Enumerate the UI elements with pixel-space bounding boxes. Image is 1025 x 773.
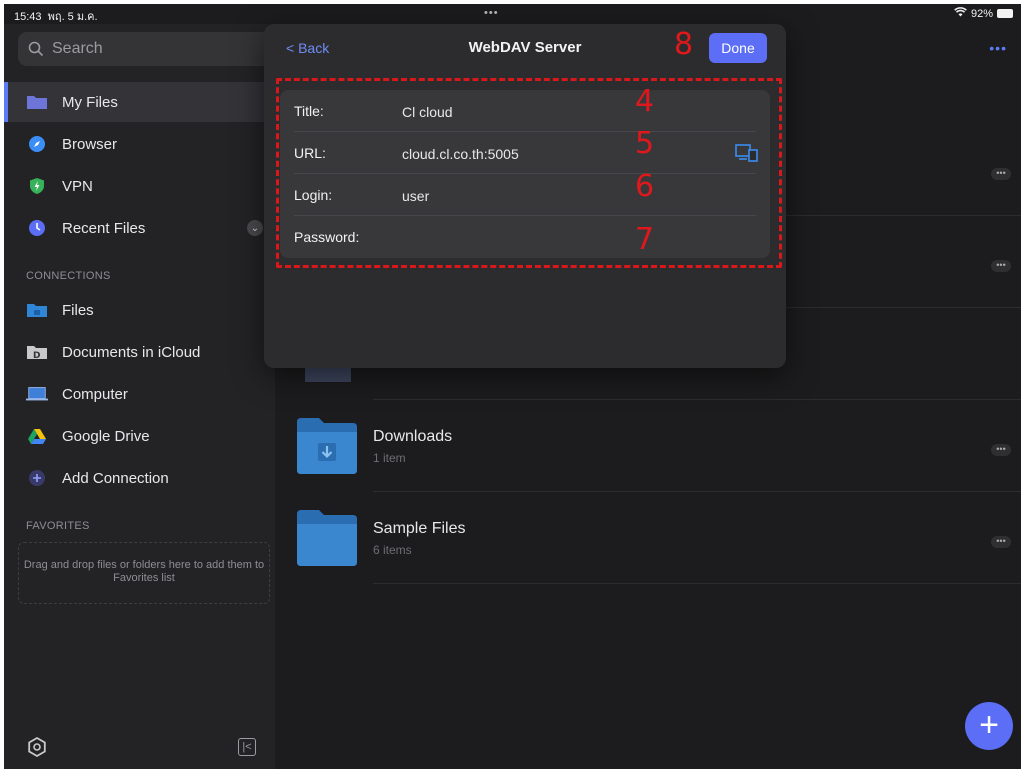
time-text: 15:43 — [14, 11, 42, 23]
annotation-8: 8 — [674, 27, 694, 62]
chevron-down-icon[interactable]: ⌄ — [247, 220, 263, 236]
sidebar-item-label: My Files — [62, 93, 118, 111]
search-bar[interactable] — [18, 32, 270, 66]
svg-text:D: D — [33, 351, 40, 360]
favorites-drop-zone[interactable]: Drag and drop files or folders here to a… — [18, 542, 270, 604]
sidebar-item-files[interactable]: Files — [4, 290, 275, 330]
sidebar-item-label: Documents in iCloud — [62, 343, 201, 361]
downloads-folder-icon — [297, 418, 357, 474]
sidebar-item-recent-files[interactable]: Recent Files ⌄ — [4, 208, 275, 248]
favorites-header: FAVORITES — [26, 520, 90, 532]
sidebar-item-vpn[interactable]: VPN — [4, 166, 275, 206]
more-options-icon[interactable]: ••• — [989, 40, 1007, 56]
annotation-6: 6 — [635, 169, 655, 204]
annotation-7: 7 — [635, 222, 655, 257]
clock-icon — [26, 219, 48, 237]
compass-icon — [26, 135, 48, 153]
collapse-sidebar-icon[interactable]: |< — [238, 738, 256, 756]
sidebar-item-add-connection[interactable]: Add Connection — [4, 458, 275, 498]
annotation-highlight-box — [276, 78, 782, 268]
sidebar-item-label: Browser — [62, 135, 118, 153]
item-name: Sample Files — [373, 520, 466, 537]
item-count: 1 item — [373, 451, 406, 465]
multitasking-dots[interactable]: ••• — [484, 7, 499, 19]
favorites-hint: Drag and drop files or folders here to a… — [23, 559, 265, 584]
sidebar-item-label: Add Connection — [62, 469, 169, 487]
connections-header: CONNECTIONS — [26, 270, 111, 282]
folder-icon — [26, 93, 48, 111]
sidebar-item-browser[interactable]: Browser — [4, 124, 275, 164]
add-button[interactable]: + — [965, 702, 1013, 750]
status-right: 92% — [954, 7, 1013, 20]
search-input[interactable] — [52, 40, 252, 58]
sidebar-item-label: VPN — [62, 177, 93, 195]
sidebar-item-my-files[interactable]: My Files — [4, 82, 275, 122]
battery-percent: 92% — [970, 7, 993, 20]
wifi-icon — [954, 7, 967, 20]
date-text: พฤ. 5 ม.ค. — [47, 11, 98, 23]
list-item-sample-files[interactable]: Sample Files 6 items ••• — [275, 492, 1021, 584]
annotation-4: 4 — [635, 84, 655, 119]
gear-icon[interactable] — [26, 736, 48, 758]
done-button[interactable]: Done — [709, 33, 767, 63]
sidebar-item-google-drive[interactable]: Google Drive — [4, 416, 275, 456]
annotation-5: 5 — [635, 126, 655, 161]
search-icon — [28, 41, 44, 57]
plus-circle-icon — [26, 469, 48, 487]
battery-icon — [997, 9, 1013, 18]
sidebar-item-label: Computer — [62, 385, 128, 403]
laptop-icon — [26, 385, 48, 403]
item-name: Downloads — [373, 428, 453, 445]
status-bar: 15:43 พฤ. 5 ม.ค. ••• 92% — [4, 4, 1021, 24]
item-count: 6 items — [373, 543, 412, 557]
google-drive-icon — [26, 427, 48, 445]
sidebar-item-label: Recent Files — [62, 219, 146, 237]
files-folder-icon — [26, 301, 48, 319]
sidebar-item-documents-icloud[interactable]: D Documents in iCloud — [4, 332, 275, 372]
sidebar-item-label: Files — [62, 301, 94, 319]
shield-icon — [26, 177, 48, 195]
sidebar-item-computer[interactable]: Computer — [4, 374, 275, 414]
more-icon[interactable]: ••• — [991, 168, 1011, 180]
more-icon[interactable]: ••• — [991, 536, 1011, 548]
dialog-title: WebDAV Server — [468, 39, 582, 56]
more-icon[interactable]: ••• — [991, 260, 1011, 272]
sidebar: My Files Browser VPN Recent Files ⌄ CONN… — [4, 24, 275, 769]
documents-icon: D — [26, 343, 48, 361]
more-icon[interactable]: ••• — [991, 444, 1011, 456]
folder-icon — [297, 510, 357, 566]
list-item-downloads[interactable]: Downloads 1 item ••• — [275, 400, 1021, 492]
sidebar-item-label: Google Drive — [62, 427, 150, 445]
status-time: 15:43 พฤ. 5 ม.ค. — [14, 7, 98, 25]
divider — [373, 583, 1021, 584]
